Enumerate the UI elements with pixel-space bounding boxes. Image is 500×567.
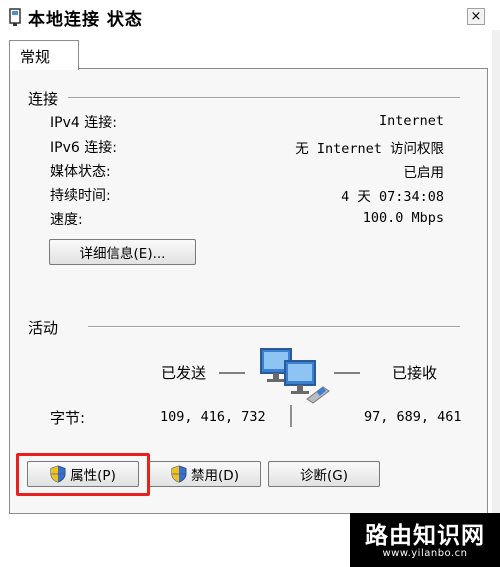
bytes-separator xyxy=(290,405,292,427)
tab-general[interactable]: 常规 xyxy=(9,40,79,70)
details-button-label: 详细信息(E)... xyxy=(79,246,166,262)
activity-section-title: 活动 xyxy=(28,319,59,337)
media-state-label: 媒体状态: xyxy=(50,164,111,180)
media-state-value: 已启用 xyxy=(403,165,445,181)
disable-button-label: 禁用(D) xyxy=(191,468,239,484)
general-panel xyxy=(9,68,488,514)
watermark-title: 路由知识网 xyxy=(365,523,485,549)
ipv6-label: IPv6 连接: xyxy=(50,140,117,156)
ipv4-label: IPv4 连接: xyxy=(50,115,117,131)
speed-label: 速度: xyxy=(50,212,83,228)
activity-divider xyxy=(88,326,460,328)
close-button[interactable]: × xyxy=(467,8,485,25)
tab-general-label: 常规 xyxy=(20,48,51,66)
bytes-label: 字节: xyxy=(50,409,86,427)
sent-dash xyxy=(219,372,245,374)
bytes-received: 97, 689, 461 xyxy=(364,409,462,425)
window-title: 本地连接 状态 xyxy=(28,10,143,30)
watermark-url: www.yilanbo.cn xyxy=(382,548,468,559)
connection-section-title: 连接 xyxy=(28,90,59,108)
received-label: 已接收 xyxy=(392,364,438,382)
connection-divider xyxy=(68,97,460,99)
duration-value: 4 天 07:34:08 xyxy=(341,189,444,205)
duration-label: 持续时间: xyxy=(50,188,111,204)
status-dialog: 本地连接 状态 × 常规 连接 IPv4 连接: Internet IPv6 连… xyxy=(0,0,500,567)
sent-label: 已发送 xyxy=(161,364,207,382)
bytes-sent: 109, 416, 732 xyxy=(160,409,266,425)
network-adapter-icon xyxy=(9,8,21,26)
diagnose-button-label: 诊断(G) xyxy=(300,468,348,484)
ipv6-value: 无 Internet 访问权限 xyxy=(295,141,444,157)
speed-value: 100.0 Mbps xyxy=(362,210,444,226)
ipv4-value: Internet xyxy=(378,113,444,129)
highlight-box xyxy=(16,453,150,496)
diagnose-button[interactable]: 诊断(G) xyxy=(268,461,380,487)
window-edge xyxy=(492,30,500,567)
received-dash xyxy=(334,372,360,374)
network-computers-icon xyxy=(260,348,330,404)
disable-button[interactable]: 禁用(D) xyxy=(149,461,261,487)
title-bar: 本地连接 状态 × xyxy=(0,0,500,34)
watermark: 路由知识网 www.yilanbo.cn xyxy=(350,513,500,567)
uac-shield-icon xyxy=(171,465,187,483)
details-button[interactable]: 详细信息(E)... xyxy=(49,239,196,265)
